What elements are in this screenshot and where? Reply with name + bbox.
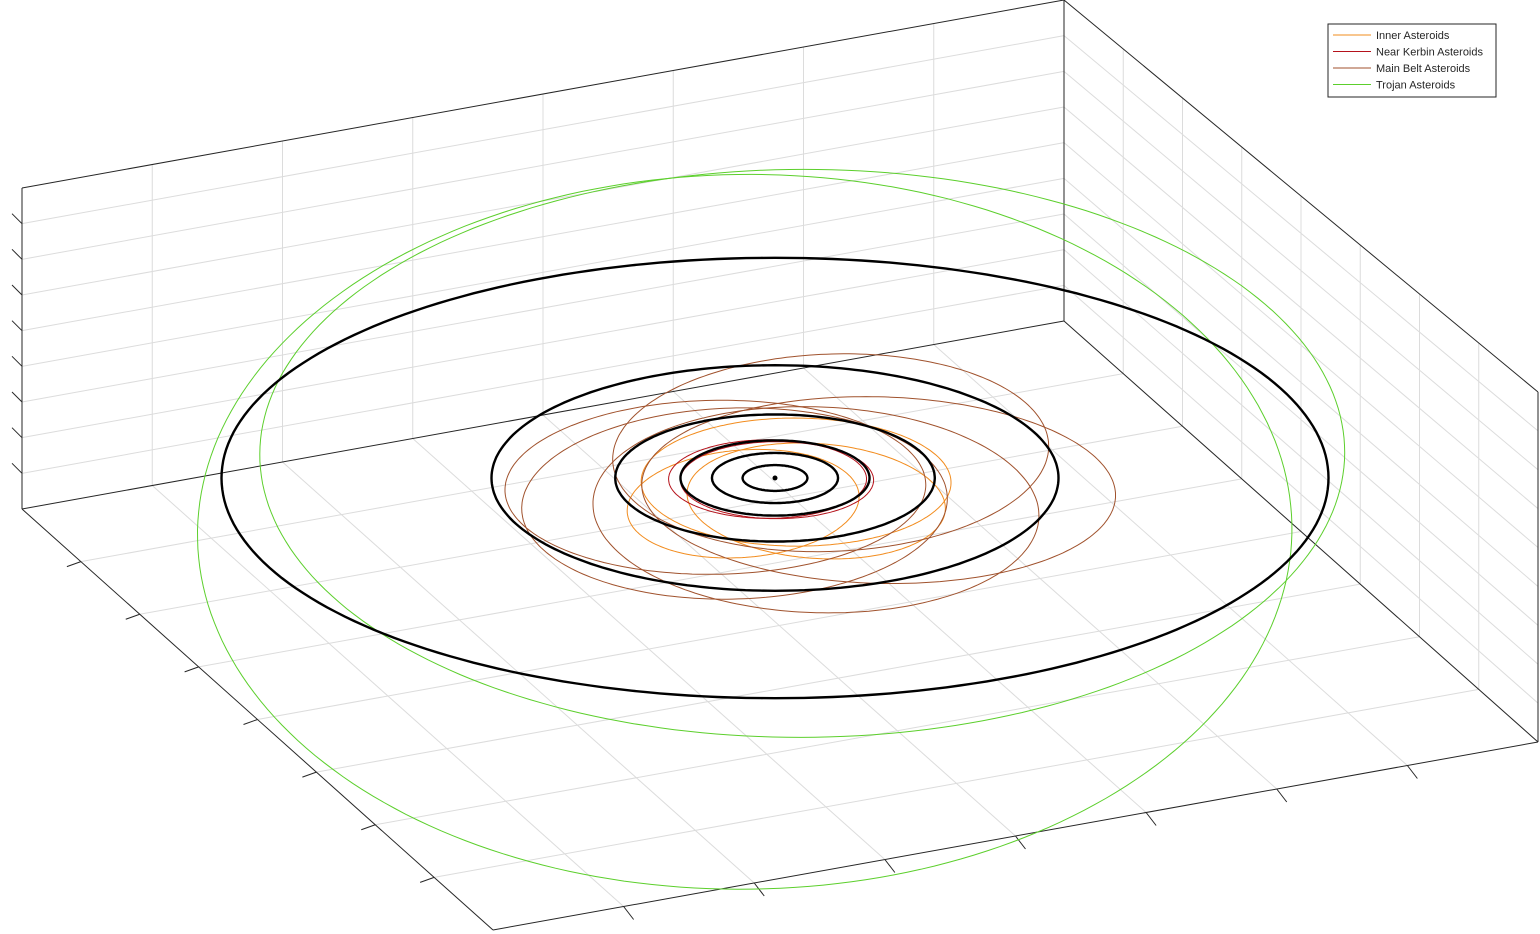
- z-tick: [11, 284, 23, 296]
- x-tick: [125, 613, 140, 620]
- series-trojan-asteroids: [196, 168, 1346, 890]
- floor-gridline: [803, 367, 1278, 790]
- central-body-marker: [772, 475, 778, 481]
- x-tick: [419, 876, 435, 883]
- floor-gridline: [542, 414, 1016, 837]
- z-tick: [11, 462, 23, 474]
- orbit-plot-3d: Inner Asteroids Near Kerbin Asteroids Main…: [11, 0, 1539, 931]
- orbit-line: [612, 353, 1050, 553]
- z-tick: [11, 213, 23, 225]
- floor-gridline: [672, 391, 1147, 813]
- legend-label: Near Kerbin Asteroids: [1376, 47, 1483, 59]
- z-tick: [11, 391, 23, 403]
- x-tick: [184, 666, 199, 673]
- z-tick: [11, 320, 23, 332]
- x-tick: [361, 824, 376, 831]
- orbit-line: [640, 417, 952, 547]
- z-tick: [11, 427, 23, 439]
- legend-label: Inner Asteroids: [1376, 30, 1450, 42]
- y-tick: [1145, 812, 1157, 826]
- orbit-line: [641, 396, 1116, 584]
- legend: Inner Asteroids Near Kerbin Asteroids Main…: [1327, 23, 1497, 98]
- orbit-line: [196, 173, 1293, 890]
- x-tick: [243, 719, 258, 725]
- floor-gridline: [933, 344, 1408, 766]
- series-main-belt-asteroids: [504, 353, 1116, 614]
- y-tick: [884, 859, 896, 873]
- legend-label: Trojan Asteroids: [1376, 80, 1456, 92]
- z-tick: [11, 355, 23, 367]
- legend-label: Main Belt Asteroids: [1376, 63, 1471, 75]
- x-tick: [66, 561, 82, 568]
- y-tick: [1406, 765, 1418, 779]
- z-tick: [11, 248, 23, 260]
- orbit-lines: [196, 168, 1346, 890]
- y-tick: [623, 906, 635, 920]
- x-tick: [302, 771, 317, 778]
- y-tick: [1276, 788, 1288, 803]
